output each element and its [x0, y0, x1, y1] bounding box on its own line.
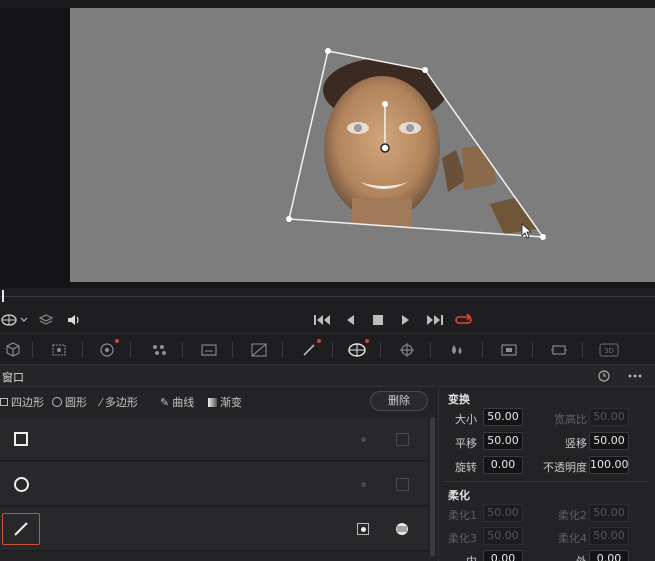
aspect-label: 宽高比: [554, 413, 587, 426]
timeline-scrubber[interactable]: [0, 288, 655, 306]
soft4-field[interactable]: 50.00: [589, 527, 629, 545]
keyframes-icon[interactable]: [546, 340, 572, 360]
transport-bar: [0, 306, 655, 334]
circle-outline-icon: [52, 397, 62, 407]
section-divider: [445, 481, 649, 482]
masked-face-image: [289, 51, 543, 237]
outside-label: 外: [543, 553, 587, 561]
play-icon[interactable]: [400, 312, 412, 328]
pan-field[interactable]: 50.00: [483, 432, 523, 450]
layers-icon[interactable]: [38, 312, 54, 328]
playhead[interactable]: [2, 290, 4, 302]
viewer-left-strip: [0, 8, 70, 288]
reset-icon[interactable]: [596, 368, 612, 384]
mask-corner-handle: [540, 234, 546, 240]
pan-label: 平移: [455, 437, 477, 450]
mask-corner-handle: [422, 67, 428, 73]
inside-field[interactable]: 0.00: [483, 550, 523, 561]
volume-icon[interactable]: [66, 312, 82, 328]
skip-to-end-icon[interactable]: [426, 312, 444, 328]
mask-invert-icon[interactable]: [394, 476, 410, 492]
play-reverse-icon[interactable]: [344, 312, 356, 328]
eyedropper-icon[interactable]: [296, 339, 322, 360]
opacity-label: 不透明度: [543, 461, 587, 474]
tracker-target-icon[interactable]: [94, 339, 120, 360]
mask-corner-handle: [286, 216, 292, 222]
add-gradient-button[interactable]: 渐变: [208, 394, 242, 410]
mask-enable-dot-icon[interactable]: [358, 434, 368, 444]
gradient-icon: [208, 397, 217, 407]
color-tool-strip: 3D: [0, 335, 655, 365]
qualifier-grid-icon[interactable]: [46, 340, 72, 360]
rotate-field[interactable]: 0.00: [483, 456, 523, 474]
line-icon: [2, 513, 40, 545]
window-mask-icon[interactable]: [344, 339, 370, 360]
mask-row[interactable]: [0, 417, 428, 461]
soft4-label: 柔化4: [558, 532, 587, 545]
size-field[interactable]: 50.00: [483, 408, 523, 426]
3d-cube-icon[interactable]: [0, 340, 26, 360]
softness-section-title: 柔化: [448, 489, 470, 502]
add-curve-button[interactable]: ✎ 曲线: [160, 394, 194, 410]
tilt-field[interactable]: 50.00: [589, 432, 629, 450]
square-icon: [2, 423, 40, 455]
aspect-field[interactable]: 50.00: [589, 408, 629, 426]
svg-text:3D: 3D: [604, 347, 614, 355]
square-outline-icon: [0, 398, 8, 406]
add-polygon-button[interactable]: ⁄ 多边形: [100, 394, 138, 410]
mask-enabled-icon[interactable]: [356, 522, 370, 536]
viewer: [0, 0, 655, 288]
more-options-icon[interactable]: [626, 368, 644, 384]
opacity-field[interactable]: 100.00: [589, 456, 629, 474]
crosshair-icon[interactable]: [394, 340, 420, 360]
panel-title: 窗口: [2, 371, 24, 384]
skip-to-start-icon[interactable]: [313, 312, 331, 328]
curve-pen-icon: ✎: [160, 395, 170, 409]
nodes-icon[interactable]: [146, 340, 172, 360]
circle-icon: [2, 468, 40, 500]
list-scrollbar[interactable]: [430, 417, 435, 557]
polygon-pen-icon: ⁄: [100, 395, 102, 409]
sizing-icon[interactable]: [496, 340, 522, 360]
transform-section-title: 变换: [448, 393, 470, 406]
window-panel-header: 窗口: [0, 365, 655, 387]
add-circle-button[interactable]: 圆形: [52, 394, 87, 410]
mask-invert-icon[interactable]: [394, 521, 410, 537]
monitor-icon[interactable]: [196, 340, 222, 360]
add-quad-button[interactable]: 四边形: [0, 394, 44, 410]
mask-rotate-handle: [382, 101, 388, 107]
rotate-label: 旋转: [455, 461, 477, 474]
drops-icon[interactable]: [444, 340, 470, 360]
tilt-label: 竖移: [565, 437, 587, 450]
viewer-canvas[interactable]: [70, 8, 655, 282]
mask-center-handle: [380, 143, 390, 153]
mask-list-pane: 四边形 圆形 ⁄ 多边形 ✎ 曲线 渐变 删除: [0, 387, 438, 561]
outside-field[interactable]: 0.00: [589, 550, 629, 561]
soft2-field[interactable]: 50.00: [589, 504, 629, 522]
delete-button[interactable]: 删除: [370, 391, 428, 411]
curves-grid-icon[interactable]: [246, 340, 272, 360]
3d-label-icon[interactable]: 3D: [596, 340, 622, 360]
size-label: 大小: [455, 413, 477, 426]
inspector-pane: 变换 大小 50.00 宽高比 50.00 平移 50.00 竖移 50.00 …: [438, 387, 655, 561]
mask-row[interactable]: [0, 462, 428, 506]
stop-icon[interactable]: [372, 312, 384, 328]
soft3-label: 柔化3: [448, 532, 477, 545]
inside-label: 内: [443, 553, 477, 561]
mask-corner-handle: [325, 48, 331, 54]
soft2-label: 柔化2: [558, 509, 587, 522]
soft1-field[interactable]: 50.00: [483, 504, 523, 522]
viewer-mode-icon[interactable]: [0, 312, 30, 328]
mask-invert-icon[interactable]: [394, 431, 410, 447]
soft1-label: 柔化1: [448, 509, 477, 522]
viewer-top-bar: [0, 0, 655, 8]
soft3-field[interactable]: 50.00: [483, 527, 523, 545]
scrubber-track[interactable]: [0, 296, 655, 297]
loop-icon[interactable]: [455, 312, 473, 328]
mask-enable-dot-icon[interactable]: [358, 479, 368, 489]
mask-row-selected[interactable]: [0, 507, 428, 551]
shape-toolbar: 四边形 圆形 ⁄ 多边形 ✎ 曲线 渐变 删除: [0, 387, 438, 415]
